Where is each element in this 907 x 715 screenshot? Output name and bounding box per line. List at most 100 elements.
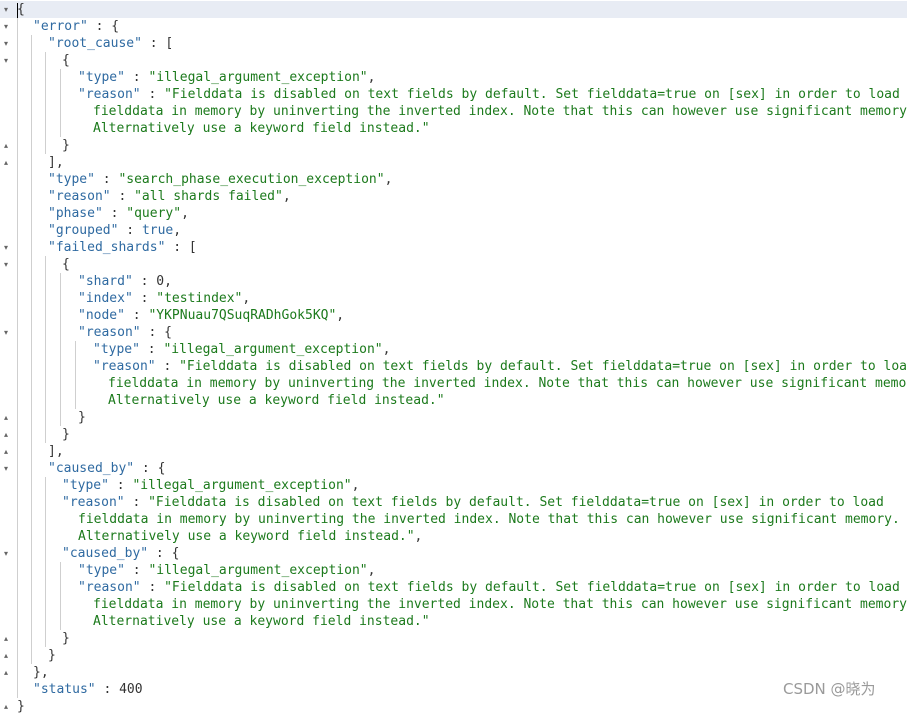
code-text: ], (48, 443, 64, 460)
json-punctuation: ], (48, 444, 64, 459)
indent-guide (31, 375, 32, 392)
json-punctuation: : { (87, 19, 120, 34)
code-line: "reason" : "Fielddata is disabled on tex… (0, 86, 907, 103)
json-key: "type" (48, 172, 95, 187)
json-punctuation: , (382, 342, 391, 357)
indent-guide (60, 69, 61, 86)
json-string: fielddata in memory by uninverting the i… (78, 512, 900, 527)
json-key: "failed_shards" (48, 240, 166, 255)
indent-guide (31, 409, 32, 426)
json-punctuation: , (282, 189, 291, 204)
indent-guide (60, 86, 61, 103)
indent-guide (31, 222, 32, 239)
json-key: "node" (78, 308, 125, 323)
indent-guide (60, 120, 61, 137)
indent-guide (31, 494, 32, 511)
indent-guide (31, 273, 32, 290)
indent-guide (60, 273, 61, 290)
indent-guide (75, 341, 76, 358)
indent-guide (60, 392, 61, 409)
code-line: "type" : "illegal_argument_exception", (0, 69, 907, 86)
json-punctuation: , (351, 478, 360, 493)
fold-arrow-up-icon[interactable]: ▴ (1, 426, 11, 443)
json-punctuation: , (242, 291, 251, 306)
json-punctuation: , (164, 274, 172, 289)
indent-guide (31, 103, 32, 120)
code-line: Alternatively use a keyword field instea… (0, 392, 907, 409)
json-string: "illegal_argument_exception" (148, 563, 368, 578)
fold-arrow-up-icon[interactable]: ▴ (1, 409, 11, 426)
fold-arrow-down-icon[interactable]: ▾ (1, 324, 11, 341)
indent-guide (60, 307, 61, 324)
code-text: { (17, 1, 25, 18)
fold-arrow-down-icon[interactable]: ▾ (1, 52, 11, 69)
code-line: ▾ "caused_by" : { (0, 460, 907, 477)
indent-guide (60, 409, 61, 426)
code-line: fielddata in memory by uninverting the i… (0, 375, 907, 392)
indent-guide (31, 256, 32, 273)
json-response-viewer[interactable]: ▾{▾ "error" : {▾ "root_cause" : [▾{"type" … (0, 0, 907, 714)
code-text: "reason" : "Fielddata is disabled on tex… (78, 579, 900, 596)
fold-arrow-down-icon[interactable]: ▾ (1, 35, 11, 52)
indent-guide (31, 477, 32, 494)
indent-guide (45, 630, 46, 647)
indent-guide (60, 290, 61, 307)
fold-arrow-up-icon[interactable]: ▴ (1, 647, 11, 664)
json-punctuation: , (367, 70, 376, 85)
fold-arrow-down-icon[interactable]: ▾ (1, 239, 11, 256)
indent-guide (17, 392, 18, 409)
json-key: "phase" (48, 206, 103, 221)
fold-arrow-up-icon[interactable]: ▴ (1, 664, 11, 681)
code-text: Alternatively use a keyword field instea… (93, 613, 430, 630)
indent-guide (60, 596, 61, 613)
indent-guide (75, 392, 76, 409)
code-line: fielddata in memory by uninverting the i… (0, 511, 907, 528)
fold-arrow-up-icon[interactable]: ▴ (1, 443, 11, 460)
code-line: "type" : "search_phase_execution_excepti… (0, 171, 907, 188)
fold-arrow-down-icon[interactable]: ▾ (1, 256, 11, 273)
indent-guide (45, 511, 46, 528)
fold-arrow-up-icon[interactable]: ▴ (1, 630, 11, 647)
code-line: ▾ "reason" : { (0, 324, 907, 341)
code-text: "grouped" : true, (48, 222, 181, 239)
json-string: fielddata in memory by uninverting the i… (93, 597, 907, 612)
fold-arrow-down-icon[interactable]: ▾ (1, 460, 11, 477)
json-key: "type" (78, 70, 125, 85)
indent-guide (31, 443, 32, 460)
code-text: fielddata in memory by uninverting the i… (93, 596, 907, 613)
code-line: fielddata in memory by uninverting the i… (0, 596, 907, 613)
text-cursor (17, 3, 18, 18)
code-text: "phase" : "query", (48, 205, 189, 222)
json-punctuation: : (124, 308, 149, 323)
code-line: ▴} (0, 630, 907, 647)
json-key: "type" (78, 563, 125, 578)
code-line: Alternatively use a keyword field instea… (0, 120, 907, 137)
indent-guide (17, 562, 18, 579)
json-string: Alternatively use a keyword field instea… (93, 121, 430, 136)
fold-arrow-down-icon[interactable]: ▾ (1, 18, 11, 35)
code-text: { (62, 256, 70, 273)
indent-guide (31, 290, 32, 307)
fold-arrow-down-icon[interactable]: ▾ (1, 1, 11, 18)
fold-arrow-down-icon[interactable]: ▾ (1, 545, 11, 562)
code-line: ▾ "error" : { (0, 18, 907, 35)
indent-guide (31, 562, 32, 579)
json-key: "reason" (62, 495, 125, 510)
json-punctuation: { (17, 2, 25, 17)
indent-guide (60, 358, 61, 375)
code-text: "caused_by" : { (48, 460, 165, 477)
code-line: ▴], (0, 443, 907, 460)
fold-arrow-up-icon[interactable]: ▴ (1, 154, 11, 171)
indent-guide (31, 171, 32, 188)
code-line: ▾ "caused_by" : { (0, 545, 907, 562)
json-punctuation: { (62, 257, 70, 272)
indent-guide (31, 630, 32, 647)
indent-guide (17, 647, 18, 664)
json-punctuation: , (336, 308, 345, 323)
fold-arrow-up-icon[interactable]: ▴ (1, 137, 11, 154)
indent-guide (45, 86, 46, 103)
code-line: Alternatively use a keyword field instea… (0, 613, 907, 630)
indent-guide (17, 69, 18, 86)
code-line: "index" : "testindex", (0, 290, 907, 307)
indent-guide (31, 460, 32, 477)
